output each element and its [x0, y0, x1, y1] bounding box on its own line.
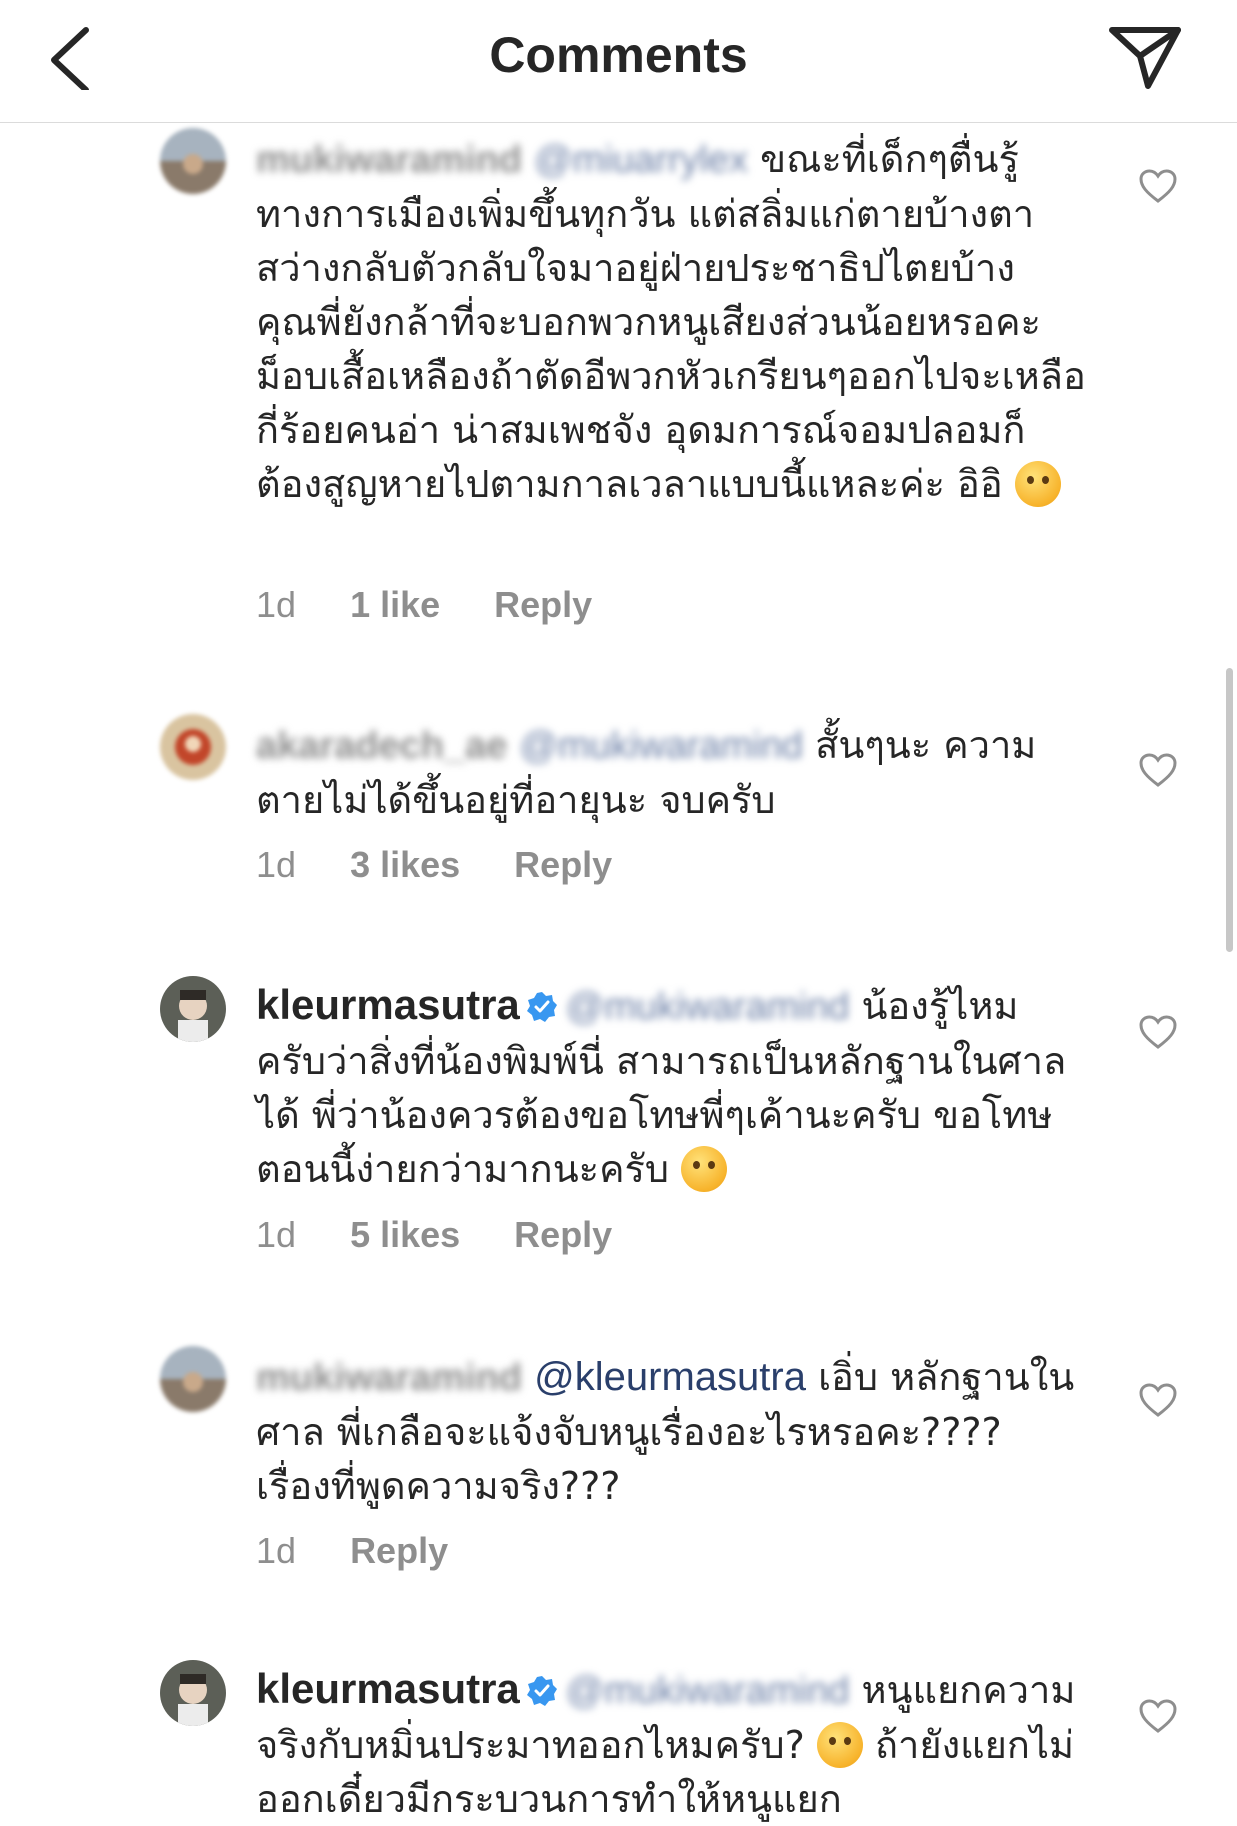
comment-body: kleurmasutra @mukiwaramind น้องรู้ไหมครับ…: [256, 978, 1086, 1196]
header-bar: Comments: [0, 0, 1237, 123]
avatar[interactable]: [160, 1346, 226, 1412]
reply-button[interactable]: Reply: [494, 584, 592, 625]
comment-meta: 1d Reply: [256, 1530, 492, 1572]
page-title: Comments: [489, 27, 748, 83]
heart-like-icon[interactable]: [1138, 168, 1178, 204]
comment-text: ขณะที่เด็กๆตื่นรู้ทางการเมืองเพิ่มขึ้นทุ…: [256, 137, 1086, 506]
comment-meta: 1d 1 like Reply: [256, 584, 636, 626]
comment-username[interactable]: mukiwaramind: [256, 1351, 522, 1405]
comment-likes[interactable]: 3 likes: [350, 844, 460, 885]
comment-mention[interactable]: @mukiwaramind: [520, 719, 804, 773]
comment-username[interactable]: akaradech_ae: [256, 719, 507, 773]
comment-mention[interactable]: @kleurmasutra: [534, 1355, 806, 1399]
comment-username[interactable]: mukiwaramind: [256, 133, 522, 187]
verified-badge-icon: [526, 992, 557, 1022]
comment-body: akaradech_ae @mukiwaramind สั้นๆนะ ความต…: [256, 718, 1086, 827]
heart-like-icon[interactable]: [1138, 1698, 1178, 1734]
heart-like-icon[interactable]: [1138, 1382, 1178, 1418]
comment-time: 1d: [256, 1214, 297, 1255]
heart-like-icon[interactable]: [1138, 1014, 1178, 1050]
scrollbar[interactable]: [1226, 668, 1233, 952]
comment-time: 1d: [256, 844, 297, 885]
comment-likes[interactable]: 5 likes: [350, 1214, 460, 1255]
avatar[interactable]: [160, 976, 226, 1042]
shushing-face-emoji-icon: [1014, 461, 1061, 507]
reply-button[interactable]: Reply: [350, 1530, 448, 1571]
reply-button[interactable]: Reply: [514, 1214, 612, 1255]
avatar[interactable]: [160, 714, 226, 780]
send-paper-plane-icon[interactable]: [1108, 24, 1182, 90]
comment-username[interactable]: kleurmasutra: [256, 1665, 520, 1712]
comment-time: 1d: [256, 584, 297, 625]
verified-badge-icon: [526, 1676, 557, 1706]
comment-mention[interactable]: @mukiwaramind: [566, 1664, 850, 1718]
comment-time: 1d: [256, 1530, 297, 1571]
comment-body: kleurmasutra @mukiwaramind หนูแยกความจริง…: [256, 1662, 1086, 1826]
comment-likes[interactable]: 1 like: [350, 584, 440, 625]
comment-meta: 1d 5 likes Reply: [256, 1214, 656, 1256]
comment-body: mukiwaramind @miuarrylex ขณะที่เด็กๆตื่น…: [256, 132, 1086, 511]
comment-body: mukiwaramind @kleurmasutra เอิ่บ หลักฐาน…: [256, 1350, 1086, 1513]
smiling-face-emoji-icon: [816, 1722, 863, 1768]
heart-like-icon[interactable]: [1138, 752, 1178, 788]
comment-mention[interactable]: @miuarrylex: [534, 133, 748, 187]
comment-mention[interactable]: @mukiwaramind: [566, 980, 850, 1034]
avatar[interactable]: [160, 1660, 226, 1726]
reply-button[interactable]: Reply: [514, 844, 612, 885]
winking-face-emoji-icon: [681, 1146, 728, 1192]
comment-username[interactable]: kleurmasutra: [256, 981, 520, 1028]
avatar[interactable]: [160, 128, 226, 194]
comment-meta: 1d 3 likes Reply: [256, 844, 656, 886]
